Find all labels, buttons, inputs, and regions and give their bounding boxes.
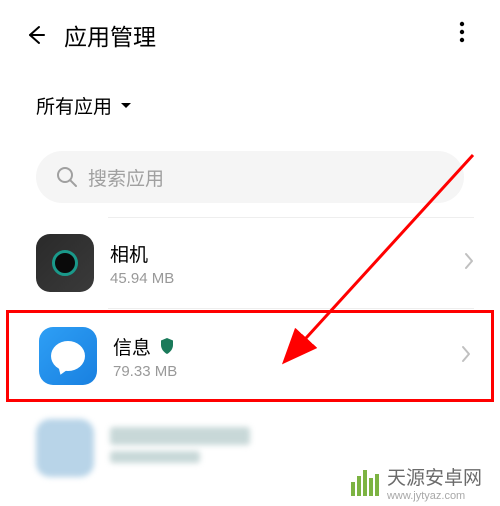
back-button[interactable] [22, 21, 50, 49]
blurred-text [110, 427, 250, 445]
filter-label: 所有应用 [36, 92, 112, 119]
blurred-app-icon [36, 419, 94, 477]
app-size: 79.33 MB [113, 363, 453, 380]
chevron-down-icon [120, 102, 132, 110]
more-menu-button[interactable] [448, 18, 476, 46]
chevron-right-icon [461, 345, 471, 368]
watermark-logo-icon [351, 470, 379, 496]
watermark-url: www.jytyaz.com [387, 490, 492, 502]
filter-dropdown[interactable]: 所有应用 [0, 66, 500, 137]
messages-app-icon [39, 327, 97, 385]
watermark-text: 天源安卓网 [387, 463, 482, 490]
search-input[interactable]: 搜索应用 [36, 151, 464, 203]
app-item-camera[interactable]: 相机 45.94 MB [0, 218, 500, 308]
blurred-text [110, 451, 200, 463]
more-vertical-icon [459, 21, 465, 43]
app-size: 45.94 MB [110, 270, 456, 287]
app-item-messages[interactable]: 信息 79.33 MB [6, 310, 494, 402]
app-name: 相机 [110, 240, 456, 267]
app-name: 信息 [113, 333, 453, 360]
search-placeholder: 搜索应用 [88, 164, 164, 191]
page-title: 应用管理 [64, 18, 156, 52]
shield-icon [159, 337, 175, 355]
back-arrow-icon [25, 24, 47, 46]
search-icon [56, 166, 78, 188]
camera-app-icon [36, 234, 94, 292]
app-list: 相机 45.94 MB 信息 79.33 MB [0, 217, 500, 477]
divider [108, 308, 474, 309]
chevron-right-icon [464, 252, 474, 275]
watermark: 天源安卓网 www.jytyaz.com [343, 459, 500, 506]
